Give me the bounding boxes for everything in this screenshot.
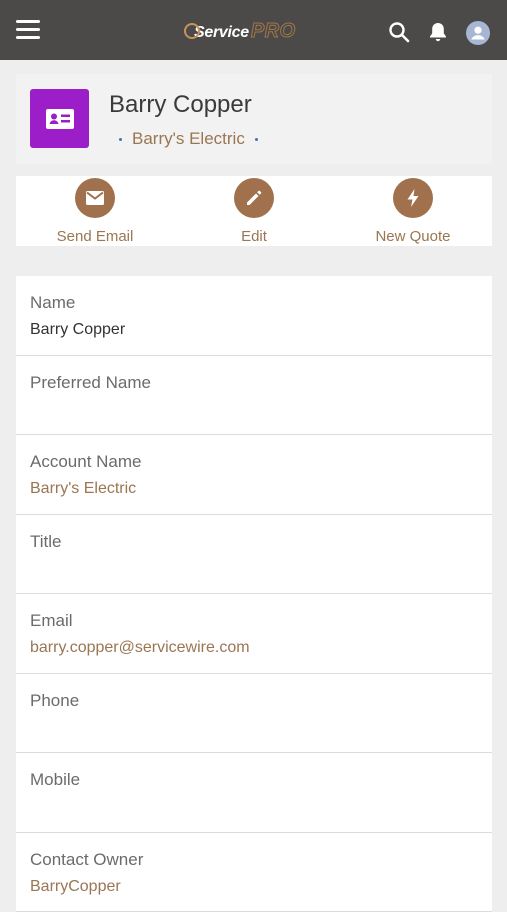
field-preferred-name: Preferred Name [16, 356, 492, 436]
account-name-value-link[interactable]: Barry's Electric [30, 480, 492, 498]
send-email-button[interactable]: Send Email [16, 176, 174, 246]
field-label: Email [30, 611, 492, 631]
separator-dot [255, 138, 258, 141]
field-title: Title [16, 515, 492, 595]
field-label: Name [30, 293, 492, 313]
logo-text-pro: PRO [251, 20, 296, 43]
logo-e-mark [184, 23, 200, 39]
field-phone: Phone [16, 674, 492, 754]
account-name-text: Barry's Electric [132, 129, 245, 149]
field-value: Barry Copper [30, 321, 492, 339]
top-bar: Service PRO [0, 0, 507, 60]
new-quote-button[interactable]: New Quote [334, 176, 492, 246]
field-name: Name Barry Copper [16, 276, 492, 356]
field-contact-owner: Contact Owner BarryCopper [16, 833, 492, 912]
field-label: Phone [30, 691, 492, 711]
separator-dot [119, 138, 122, 141]
field-label: Mobile [30, 770, 492, 790]
lightning-icon [393, 178, 433, 218]
hamburger-menu-icon[interactable] [16, 20, 40, 40]
field-label: Preferred Name [30, 373, 492, 393]
account-name-link[interactable]: Barry's Electric [116, 129, 268, 149]
pencil-icon [234, 178, 274, 218]
contact-header-card: Barry Copper Barry's Electric [16, 74, 492, 164]
field-mobile: Mobile [16, 753, 492, 833]
email-value-link[interactable]: barry.copper@servicewire.com [30, 639, 492, 657]
quick-actions-bar: Send Email Edit New Quote [16, 176, 492, 246]
contact-card-icon [30, 89, 89, 148]
field-label: Account Name [30, 452, 492, 472]
app-logo: Service PRO [184, 20, 296, 44]
envelope-icon [75, 178, 115, 218]
bell-icon[interactable] [426, 20, 450, 44]
edit-button[interactable]: Edit [175, 176, 333, 246]
edit-label: Edit [175, 228, 333, 245]
contact-owner-value-link[interactable]: BarryCopper [30, 878, 492, 896]
field-label: Contact Owner [30, 850, 492, 870]
contact-details-list: Name Barry Copper Preferred Name Account… [16, 276, 492, 912]
contact-name-title: Barry Copper [109, 91, 252, 119]
field-label: Title [30, 532, 492, 552]
new-quote-label: New Quote [334, 228, 492, 245]
send-email-label: Send Email [16, 228, 174, 245]
user-avatar-icon[interactable] [466, 21, 490, 45]
field-email: Email barry.copper@servicewire.com [16, 594, 492, 674]
logo-text-service: Service [194, 24, 249, 42]
field-account-name: Account Name Barry's Electric [16, 435, 492, 515]
search-icon[interactable] [387, 20, 411, 44]
